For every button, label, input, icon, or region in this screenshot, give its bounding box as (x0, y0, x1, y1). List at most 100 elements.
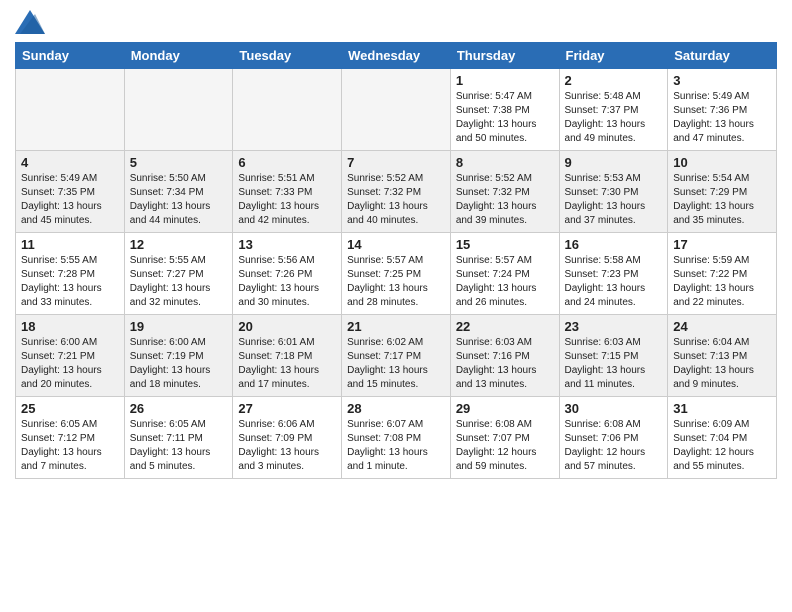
day-info: Sunrise: 6:01 AM Sunset: 7:18 PM Dayligh… (238, 336, 336, 392)
day-number: 17 (673, 237, 771, 252)
calendar-cell: 22 Sunrise: 6:03 AM Sunset: 7:16 PM Dayli… (450, 315, 559, 397)
calendar-table: SundayMondayTuesdayWednesdayThursdayFrid… (15, 42, 777, 479)
calendar-cell: 18Sunrise: 6:00 AM Sunset: 7:21 PM Dayli… (16, 315, 125, 397)
day-number: 1 (456, 73, 554, 88)
calendar-cell (233, 69, 342, 151)
calendar-cell: 16Sunrise: 5:58 AM Sunset: 7:23 PM Dayli… (559, 233, 668, 315)
day-info: Sunrise: 5:57 AM Sunset: 7:25 PM Dayligh… (347, 254, 445, 310)
day-number: 21 (347, 319, 445, 334)
weekday-header-row: SundayMondayTuesdayWednesdayThursdayFrid… (16, 43, 777, 69)
calendar-cell: 2 Sunrise: 5:48 AM Sunset: 7:37 PM Daylig… (559, 69, 668, 151)
calendar-cell: 19 Sunrise: 6:00 AM Sunset: 7:19 PM Dayli… (124, 315, 233, 397)
day-info: Sunrise: 5:58 AM Sunset: 7:23 PM Dayligh… (565, 254, 663, 310)
day-info: Sunrise: 5:49 AM Sunset: 7:36 PM Dayligh… (673, 90, 771, 146)
day-number: 14 (347, 237, 445, 252)
day-info: Sunrise: 6:00 AM Sunset: 7:19 PM Dayligh… (130, 336, 228, 392)
day-number: 27 (238, 401, 336, 416)
calendar-cell: 25 Sunrise: 6:05 AM Sunset: 7:12 PM Dayli… (16, 397, 125, 479)
day-info: Sunrise: 6:05 AM Sunset: 7:11 PM Dayligh… (130, 418, 228, 474)
weekday-header-cell: Thursday (450, 43, 559, 69)
day-number: 23 (565, 319, 663, 334)
day-info: Sunrise: 5:51 AM Sunset: 7:33 PM Dayligh… (238, 172, 336, 228)
header (15, 10, 777, 34)
calendar-cell: 8Sunrise: 5:52 AM Sunset: 7:32 PM Daylig… (450, 151, 559, 233)
calendar-week-row: 25 Sunrise: 6:05 AM Sunset: 7:12 PM Dayli… (16, 397, 777, 479)
day-info: Sunrise: 5:56 AM Sunset: 7:26 PM Dayligh… (238, 254, 336, 310)
calendar-cell: 7 Sunrise: 5:52 AM Sunset: 7:32 PM Daylig… (342, 151, 451, 233)
day-number: 20 (238, 319, 336, 334)
calendar-cell: 17 Sunrise: 5:59 AM Sunset: 7:22 PM Dayli… (668, 233, 777, 315)
day-info: Sunrise: 5:59 AM Sunset: 7:22 PM Dayligh… (673, 254, 771, 310)
day-info: Sunrise: 5:50 AM Sunset: 7:34 PM Dayligh… (130, 172, 228, 228)
calendar-cell: 29 Sunrise: 6:08 AM Sunset: 7:07 PM Dayli… (450, 397, 559, 479)
calendar-cell: 12 Sunrise: 5:55 AM Sunset: 7:27 PM Dayli… (124, 233, 233, 315)
day-number: 6 (238, 155, 336, 170)
calendar-cell: 30 Sunrise: 6:08 AM Sunset: 7:06 PM Dayli… (559, 397, 668, 479)
day-number: 11 (21, 237, 119, 252)
calendar-body: 1Sunrise: 5:47 AM Sunset: 7:38 PM Daylig… (16, 69, 777, 479)
day-info: Sunrise: 6:09 AM Sunset: 7:04 PM Dayligh… (673, 418, 771, 474)
weekday-header-cell: Monday (124, 43, 233, 69)
day-number: 24 (673, 319, 771, 334)
calendar-cell: 31 Sunrise: 6:09 AM Sunset: 7:04 PM Dayli… (668, 397, 777, 479)
day-info: Sunrise: 6:03 AM Sunset: 7:15 PM Dayligh… (565, 336, 663, 392)
calendar-cell: 5 Sunrise: 5:50 AM Sunset: 7:34 PM Daylig… (124, 151, 233, 233)
day-number: 25 (21, 401, 119, 416)
day-number: 31 (673, 401, 771, 416)
weekday-header-cell: Friday (559, 43, 668, 69)
day-number: 4 (21, 155, 119, 170)
day-info: Sunrise: 5:55 AM Sunset: 7:27 PM Dayligh… (130, 254, 228, 310)
calendar-week-row: 1Sunrise: 5:47 AM Sunset: 7:38 PM Daylig… (16, 69, 777, 151)
logo-icon (15, 10, 45, 34)
day-number: 30 (565, 401, 663, 416)
day-number: 12 (130, 237, 228, 252)
day-number: 9 (565, 155, 663, 170)
day-info: Sunrise: 5:48 AM Sunset: 7:37 PM Dayligh… (565, 90, 663, 146)
day-number: 10 (673, 155, 771, 170)
calendar-cell: 23 Sunrise: 6:03 AM Sunset: 7:15 PM Dayli… (559, 315, 668, 397)
weekday-header-cell: Sunday (16, 43, 125, 69)
day-number: 19 (130, 319, 228, 334)
day-info: Sunrise: 6:08 AM Sunset: 7:06 PM Dayligh… (565, 418, 663, 474)
day-number: 22 (456, 319, 554, 334)
day-info: Sunrise: 6:06 AM Sunset: 7:09 PM Dayligh… (238, 418, 336, 474)
calendar-cell: 27 Sunrise: 6:06 AM Sunset: 7:09 PM Dayli… (233, 397, 342, 479)
day-number: 26 (130, 401, 228, 416)
day-info: Sunrise: 5:52 AM Sunset: 7:32 PM Dayligh… (347, 172, 445, 228)
calendar-cell: 1Sunrise: 5:47 AM Sunset: 7:38 PM Daylig… (450, 69, 559, 151)
day-number: 2 (565, 73, 663, 88)
calendar-cell: 15 Sunrise: 5:57 AM Sunset: 7:24 PM Dayli… (450, 233, 559, 315)
day-number: 28 (347, 401, 445, 416)
day-number: 3 (673, 73, 771, 88)
calendar-cell: 9Sunrise: 5:53 AM Sunset: 7:30 PM Daylig… (559, 151, 668, 233)
calendar-cell (124, 69, 233, 151)
day-number: 7 (347, 155, 445, 170)
day-number: 5 (130, 155, 228, 170)
day-number: 15 (456, 237, 554, 252)
day-info: Sunrise: 5:49 AM Sunset: 7:35 PM Dayligh… (21, 172, 119, 228)
day-info: Sunrise: 6:08 AM Sunset: 7:07 PM Dayligh… (456, 418, 554, 474)
day-number: 29 (456, 401, 554, 416)
weekday-header-cell: Saturday (668, 43, 777, 69)
calendar-cell: 26 Sunrise: 6:05 AM Sunset: 7:11 PM Dayli… (124, 397, 233, 479)
day-info: Sunrise: 6:04 AM Sunset: 7:13 PM Dayligh… (673, 336, 771, 392)
calendar-cell: 13Sunrise: 5:56 AM Sunset: 7:26 PM Dayli… (233, 233, 342, 315)
day-number: 8 (456, 155, 554, 170)
calendar-cell: 6 Sunrise: 5:51 AM Sunset: 7:33 PM Daylig… (233, 151, 342, 233)
calendar-week-row: 18Sunrise: 6:00 AM Sunset: 7:21 PM Dayli… (16, 315, 777, 397)
day-info: Sunrise: 6:03 AM Sunset: 7:16 PM Dayligh… (456, 336, 554, 392)
day-info: Sunrise: 6:02 AM Sunset: 7:17 PM Dayligh… (347, 336, 445, 392)
calendar-cell: 3 Sunrise: 5:49 AM Sunset: 7:36 PM Daylig… (668, 69, 777, 151)
weekday-header-cell: Wednesday (342, 43, 451, 69)
logo (15, 10, 49, 34)
calendar-cell: 11 Sunrise: 5:55 AM Sunset: 7:28 PM Dayli… (16, 233, 125, 315)
day-info: Sunrise: 5:55 AM Sunset: 7:28 PM Dayligh… (21, 254, 119, 310)
calendar-cell: 14 Sunrise: 5:57 AM Sunset: 7:25 PM Dayli… (342, 233, 451, 315)
calendar-cell (342, 69, 451, 151)
day-info: Sunrise: 6:00 AM Sunset: 7:21 PM Dayligh… (21, 336, 119, 392)
calendar-cell: 10Sunrise: 5:54 AM Sunset: 7:29 PM Dayli… (668, 151, 777, 233)
calendar-week-row: 4 Sunrise: 5:49 AM Sunset: 7:35 PM Daylig… (16, 151, 777, 233)
calendar-cell: 4 Sunrise: 5:49 AM Sunset: 7:35 PM Daylig… (16, 151, 125, 233)
day-info: Sunrise: 6:05 AM Sunset: 7:12 PM Dayligh… (21, 418, 119, 474)
day-info: Sunrise: 5:57 AM Sunset: 7:24 PM Dayligh… (456, 254, 554, 310)
